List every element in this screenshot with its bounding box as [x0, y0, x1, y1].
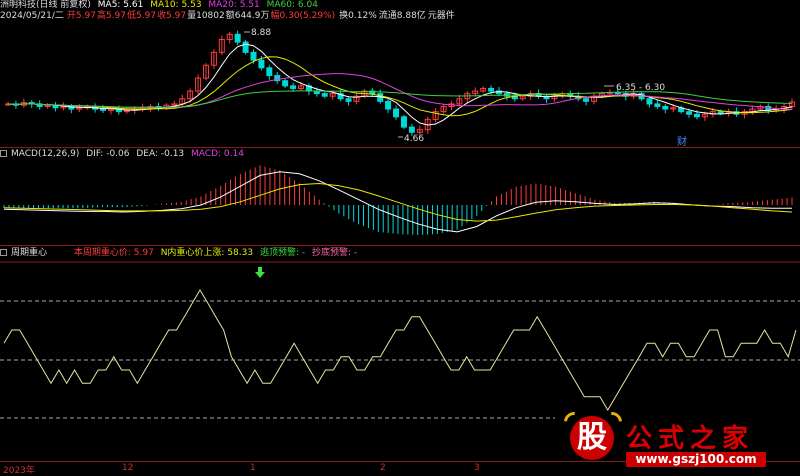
candle-body	[385, 100, 392, 110]
candle-body	[400, 116, 407, 128]
candle-body	[100, 108, 107, 111]
candle-body	[393, 108, 400, 118]
time-axis-label: 2	[380, 463, 386, 473]
ma60-line	[7, 90, 793, 108]
cycle-panel-plot	[0, 261, 800, 419]
top-warning-arrow-icon	[255, 267, 265, 278]
macd-histogram	[3, 165, 793, 236]
finance-event-label[interactable]: 财	[677, 135, 687, 148]
candle-body	[258, 59, 265, 69]
high-price-label: 8.88	[251, 28, 271, 38]
time-axis-label: 2023年	[3, 466, 35, 476]
candle-body	[717, 111, 724, 114]
low-price-label: 4.66	[404, 134, 424, 144]
time-axis-label: 12	[122, 463, 134, 473]
candle-body	[408, 126, 415, 133]
watermark: 股 公式之家 www.gszj100.com	[559, 407, 800, 472]
moving-average-lines	[7, 43, 793, 126]
range-price-label: 6.35 - 6.30	[616, 83, 665, 93]
candle-body	[662, 105, 669, 110]
candlestick-series	[5, 30, 795, 136]
candle-body	[488, 87, 495, 92]
candle-body	[345, 98, 352, 102]
candle-body	[583, 98, 590, 102]
candle-body	[686, 111, 693, 115]
candle-body	[321, 93, 328, 97]
candle-body	[234, 33, 241, 43]
ma5-line	[7, 43, 793, 126]
candle-body	[646, 98, 653, 105]
watermark-title: 公式之家	[626, 424, 755, 454]
candle-body	[693, 113, 700, 118]
ma20-line	[7, 73, 793, 110]
candle-body	[282, 80, 289, 87]
time-axis-label: 1	[250, 463, 256, 473]
candle-body	[290, 85, 297, 89]
cycle-center-line	[3, 289, 797, 411]
candle-body	[654, 103, 661, 107]
watermark-url: www.gszj100.com	[626, 452, 766, 467]
chart-canvas[interactable]: 8.88 4.66 6.35 - 6.30 财	[0, 0, 800, 473]
time-axis-label: 3	[474, 463, 480, 473]
candle-body	[266, 67, 273, 77]
logo-badge: 股	[570, 416, 614, 460]
candle-body	[250, 51, 257, 61]
